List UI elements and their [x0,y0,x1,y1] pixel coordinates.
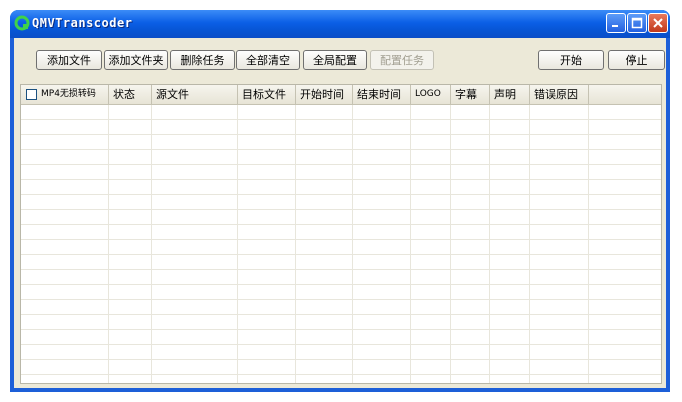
column-label-mp4-lossless: MP4无损转码 [41,89,96,99]
client-area: 添加文件 添加文件夹 删除任务 全部清空 全局配置 配置任务 开始 停止 MP4… [14,38,666,388]
stop-button[interactable]: 停止 [608,50,665,70]
close-icon [653,18,663,28]
column-divider [588,105,589,383]
column-divider [352,105,353,383]
table-header: MP4无损转码 状态 源文件 目标文件 开始时间 结束时间 LOGO 字幕 声明… [21,85,661,105]
title-bar[interactable]: QMVTranscoder [10,10,670,38]
select-all-checkbox[interactable] [26,89,37,100]
column-divider [410,105,411,383]
add-file-button[interactable]: 添加文件 [36,50,102,70]
window-title: QMVTranscoder [32,16,133,30]
column-divider [489,105,490,383]
column-header-status[interactable]: 状态 [109,85,152,104]
close-button[interactable] [648,13,668,33]
global-config-button[interactable]: 全局配置 [303,50,367,70]
maximize-icon [631,17,643,29]
delete-task-button[interactable]: 删除任务 [170,50,235,70]
clear-all-button[interactable]: 全部清空 [236,50,300,70]
table-body[interactable] [21,105,661,383]
app-window: QMVTranscoder 添加文件 添加文件夹 删除任务 全部清空 全局配置 … [10,10,670,392]
config-task-button[interactable]: 配置任务 [370,50,434,70]
column-header-end-time[interactable]: 结束时间 [353,85,411,104]
column-header-logo[interactable]: LOGO [411,85,451,104]
column-header-start-time[interactable]: 开始时间 [296,85,353,104]
column-divider [450,105,451,383]
column-header-source-file[interactable]: 源文件 [152,85,238,104]
column-header-statement[interactable]: 声明 [490,85,530,104]
app-logo-icon [14,15,30,31]
add-folder-button[interactable]: 添加文件夹 [104,50,168,70]
maximize-button[interactable] [627,13,647,33]
minimize-button[interactable] [606,13,626,33]
minimize-icon [612,25,618,27]
column-header-mp4-lossless[interactable]: MP4无损转码 [21,85,109,104]
column-divider [108,105,109,383]
column-divider [151,105,152,383]
start-button[interactable]: 开始 [538,50,604,70]
column-divider [529,105,530,383]
column-header-error-reason[interactable]: 错误原因 [530,85,589,104]
task-table[interactable]: MP4无损转码 状态 源文件 目标文件 开始时间 结束时间 LOGO 字幕 声明… [20,84,662,384]
column-divider [295,105,296,383]
column-header-subtitle[interactable]: 字幕 [451,85,490,104]
column-header-target-file[interactable]: 目标文件 [238,85,296,104]
column-divider [237,105,238,383]
